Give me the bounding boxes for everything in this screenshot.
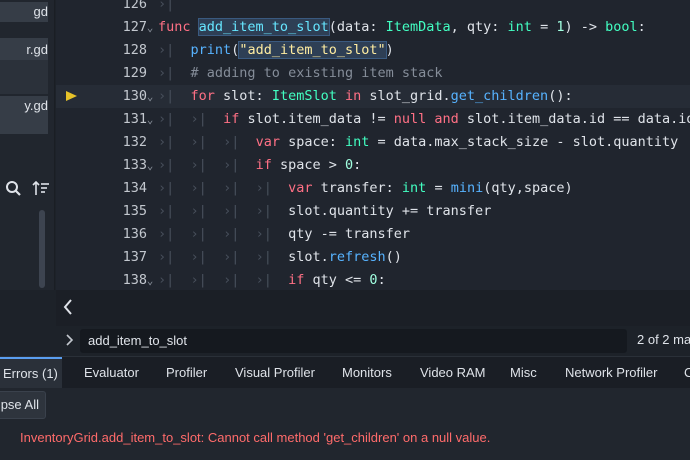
chevron-left-icon[interactable] <box>62 298 74 321</box>
editor-scroll-strip <box>56 290 690 326</box>
code-line: 128 ›| print("add_item_to_slot") <box>56 39 690 62</box>
code-text: ›| ›| ›| ›| qty -= transfer <box>158 226 411 242</box>
code-text: ›| # adding to existing item stack <box>158 65 443 81</box>
code-line: 133 ⌄ ›| ›| ›| if space > 0: <box>56 154 690 177</box>
line-number: 137 <box>122 249 147 265</box>
tab-visual-profiler[interactable]: Visual Profiler <box>235 357 315 389</box>
code-line: 126 ›| <box>56 0 690 16</box>
code-text: ›| ›| ›| ›| slot.refresh() <box>158 249 402 265</box>
tab-video-ram[interactable]: Video RAM <box>420 357 486 389</box>
code-line: 135 ›| ›| ›| ›| slot.quantity += transfe… <box>56 200 690 223</box>
line-number: 131 <box>122 111 147 127</box>
line-number: 126 <box>122 0 147 12</box>
code-text: ›| ›| ›| ›| var transfer: int = mini(qty… <box>158 180 573 196</box>
file-panel-scrollbar[interactable] <box>39 210 45 288</box>
line-number: 134 <box>122 180 147 196</box>
errors-panel <box>0 388 690 460</box>
tab-evaluator[interactable]: Evaluator <box>84 357 139 389</box>
fold-arrow-icon[interactable]: ⌄ <box>144 108 156 131</box>
code-line: 131 ⌄ ›| ›| if slot.item_data != null an… <box>56 108 690 131</box>
tab-misc[interactable]: Misc <box>510 357 537 389</box>
code-text: ›| ›| ›| ›| if qty <= 0: <box>158 272 386 288</box>
tab-errors[interactable]: Errors (1) <box>0 357 62 389</box>
code-line: 129 ›| # adding to existing item stack <box>56 62 690 85</box>
line-number: 129 <box>122 65 147 81</box>
line-number: 128 <box>122 42 147 58</box>
file-item[interactable]: gd <box>0 2 48 22</box>
sort-icon[interactable] <box>32 178 52 200</box>
code-text: ›| ›| ›| var space: int = data.max_stack… <box>158 134 679 150</box>
code-editor[interactable]: 126 ›| 127 ⌄ func add_item_to_slot(data:… <box>56 0 690 290</box>
line-number: 132 <box>122 134 147 150</box>
file-row-spacer <box>0 60 48 94</box>
code-line: 138 ⌄ ›| ›| ›| ›| if qty <= 0: <box>56 269 690 290</box>
code-line: 127 ⌄ func add_item_to_slot(data: ItemDa… <box>56 16 690 39</box>
fold-arrow-icon[interactable]: ⌄ <box>144 16 156 39</box>
tab-network-profiler[interactable]: Network Profiler <box>565 357 657 389</box>
find-bar: add_item_to_slot 2 of 2 ma <box>56 326 690 356</box>
tab-monitors[interactable]: Monitors <box>342 357 392 389</box>
fold-arrow-icon[interactable]: ⌄ <box>144 85 156 108</box>
match-count: 2 of 2 ma <box>637 332 690 347</box>
file-row-spacer <box>0 116 48 134</box>
code-line: 136 ›| ›| ›| ›| qty -= transfer <box>56 223 690 246</box>
line-number: 138 <box>122 272 147 288</box>
line-number: 127 <box>122 19 147 35</box>
fold-arrow-icon[interactable]: ⌄ <box>144 154 156 177</box>
line-number: 133 <box>122 157 147 173</box>
code-line: 134 ›| ›| ›| ›| var transfer: int = mini… <box>56 177 690 200</box>
line-number: 136 <box>122 226 147 242</box>
code-line-current: 130 ⌄ ›| for slot: ItemSlot in slot_grid… <box>56 85 690 108</box>
debugger-tabs: Errors (1) Evaluator Profiler Visual Pro… <box>0 356 690 389</box>
file-panel-tools <box>0 176 55 202</box>
code-line: 137 ›| ›| ›| ›| slot.refresh() <box>56 246 690 269</box>
code-text: ›| for slot: ItemSlot in slot_grid.get_c… <box>158 88 573 104</box>
code-text: ›| print("add_item_to_slot") <box>158 41 394 59</box>
file-item[interactable]: y.gd <box>0 96 48 116</box>
error-message[interactable]: InventoryGrid.add_item_to_slot: Cannot c… <box>20 430 490 445</box>
fold-arrow-icon[interactable]: ⌄ <box>144 269 156 290</box>
find-input[interactable]: add_item_to_slot <box>80 329 627 353</box>
code-text: func add_item_to_slot(data: ItemData, qt… <box>158 18 646 36</box>
line-number: 130 <box>122 88 147 104</box>
line-number: 135 <box>122 203 147 219</box>
code-text: ›| ›| ›| if space > 0: <box>158 157 362 173</box>
collapse-all-button[interactable]: pse All <box>0 391 46 419</box>
code-text: ›| <box>158 0 175 12</box>
search-icon[interactable] <box>4 178 24 200</box>
code-text: ›| ›| ›| ›| slot.quantity += transfer <box>158 203 492 219</box>
file-panel: gd r.gd y.gd <box>0 0 55 290</box>
code-line: 132 ›| ›| ›| var space: int = data.max_s… <box>56 131 690 154</box>
tab-overflow[interactable]: C <box>684 357 690 389</box>
file-item[interactable]: r.gd <box>0 38 48 62</box>
tab-profiler[interactable]: Profiler <box>166 357 207 389</box>
chevron-right-icon[interactable] <box>64 333 74 350</box>
code-text: ›| ›| if slot.item_data != null and slot… <box>158 111 690 127</box>
